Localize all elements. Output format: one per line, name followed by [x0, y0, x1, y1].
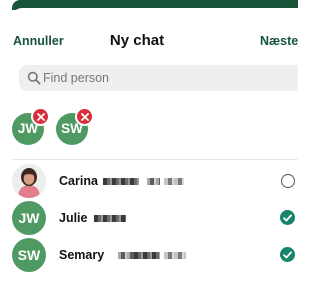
- search-icon: [27, 71, 41, 85]
- avatar: JW: [12, 201, 46, 235]
- selected-chip-sw: SW: [56, 107, 94, 145]
- redacted-text: [134, 252, 160, 259]
- redacted-text: [164, 178, 184, 185]
- search-input[interactable]: [43, 69, 243, 87]
- redacted-text: [118, 252, 134, 259]
- header: Annuller Ny chat Næste: [12, 32, 298, 52]
- remove-chip-button[interactable]: [75, 107, 94, 126]
- select-radio[interactable]: [281, 174, 295, 188]
- close-icon: [36, 112, 45, 121]
- redacted-text: [103, 178, 139, 185]
- new-chat-sheet: Annuller Ny chat Næste JW SW: [12, 0, 298, 284]
- page-title: Ny chat: [109, 32, 165, 49]
- divider: [12, 159, 298, 160]
- checkmark-icon: [283, 214, 292, 221]
- contact-row[interactable]: SW Semary: [12, 238, 298, 274]
- remove-chip-button[interactable]: [31, 107, 50, 126]
- contact-row[interactable]: JW Julie: [12, 201, 298, 237]
- redacted-text: [147, 178, 160, 185]
- close-icon: [80, 112, 89, 121]
- contact-name: Carina: [59, 174, 98, 188]
- search-bar[interactable]: [19, 65, 298, 91]
- avatar-photo: [12, 164, 46, 198]
- selected-chip-jw: JW: [12, 107, 50, 145]
- contact-row[interactable]: Carina: [12, 164, 298, 200]
- redacted-text: [164, 252, 186, 259]
- next-button[interactable]: Næste: [260, 34, 298, 48]
- selected-check[interactable]: [280, 247, 295, 262]
- contact-name: Julie: [59, 211, 88, 225]
- checkmark-icon: [283, 251, 292, 258]
- contact-name: Semary: [59, 248, 105, 262]
- redacted-text: [94, 215, 126, 222]
- avatar: SW: [12, 238, 46, 272]
- selected-check[interactable]: [280, 210, 295, 225]
